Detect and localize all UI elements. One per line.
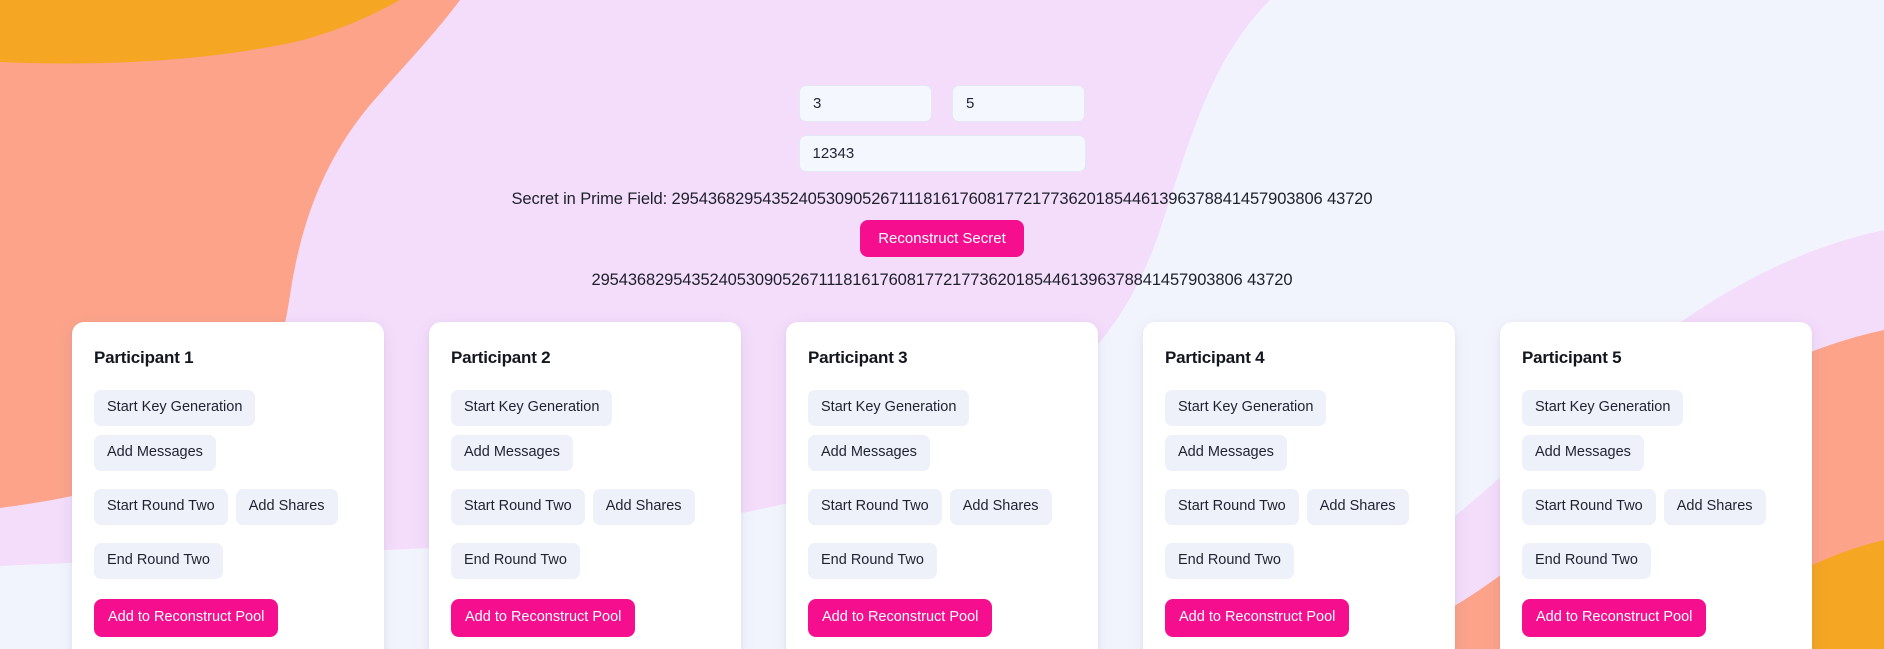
- participant-card: Participant 1 Start Key Generation Add M…: [72, 322, 384, 649]
- participants-row: Participant 1 Start Key Generation Add M…: [0, 322, 1884, 649]
- add-to-reconstruct-pool-button[interactable]: Add to Reconstruct Pool: [808, 598, 993, 637]
- participant-card: Participant 2 Start Key Generation Add M…: [429, 322, 741, 649]
- participant-card: Participant 4 Start Key Generation Add M…: [1143, 322, 1455, 649]
- secret-input[interactable]: [798, 135, 1086, 172]
- start-key-generation-button[interactable]: Start Key Generation: [1522, 390, 1684, 426]
- add-messages-button[interactable]: Add Messages: [451, 434, 573, 471]
- start-round-two-button[interactable]: Start Round Two: [808, 488, 942, 525]
- add-shares-button[interactable]: Add Shares: [1306, 488, 1409, 525]
- start-round-two-button[interactable]: Start Round Two: [94, 488, 228, 525]
- end-round-two-button[interactable]: End Round Two: [451, 542, 580, 579]
- add-messages-button[interactable]: Add Messages: [94, 434, 216, 471]
- participant-actions: Start Key Generation Add Messages Start …: [1165, 390, 1433, 637]
- end-round-two-button[interactable]: End Round Two: [1522, 542, 1651, 579]
- start-key-generation-button[interactable]: Start Key Generation: [451, 390, 613, 426]
- participant-title: Participant 4: [1165, 348, 1265, 367]
- add-to-reconstruct-pool-button[interactable]: Add to Reconstruct Pool: [1522, 598, 1707, 637]
- participant-title: Participant 5: [1522, 348, 1622, 367]
- participant-title: Participant 3: [808, 348, 908, 367]
- add-messages-button[interactable]: Add Messages: [808, 434, 930, 471]
- add-messages-button[interactable]: Add Messages: [1522, 434, 1644, 471]
- start-key-generation-button[interactable]: Start Key Generation: [808, 390, 970, 426]
- start-key-generation-button[interactable]: Start Key Generation: [94, 390, 256, 426]
- participant-actions: Start Key Generation Add Messages Start …: [451, 390, 719, 637]
- add-messages-button[interactable]: Add Messages: [1165, 434, 1287, 471]
- add-to-reconstruct-pool-button[interactable]: Add to Reconstruct Pool: [1165, 598, 1350, 637]
- start-round-two-button[interactable]: Start Round Two: [451, 488, 585, 525]
- end-round-two-button[interactable]: End Round Two: [94, 542, 223, 579]
- app-root: Secret in Prime Field: 29543682954352405…: [0, 0, 1884, 649]
- add-to-reconstruct-pool-button[interactable]: Add to Reconstruct Pool: [94, 598, 279, 637]
- add-shares-button[interactable]: Add Shares: [1663, 488, 1766, 525]
- add-shares-button[interactable]: Add Shares: [592, 488, 695, 525]
- end-round-two-button[interactable]: End Round Two: [1165, 542, 1294, 579]
- add-to-reconstruct-pool-button[interactable]: Add to Reconstruct Pool: [451, 598, 636, 637]
- participant-actions: Start Key Generation Add Messages Start …: [1522, 390, 1790, 637]
- end-round-two-button[interactable]: End Round Two: [808, 542, 937, 579]
- setup-input-row: [799, 85, 1085, 122]
- total-participants-input[interactable]: [952, 85, 1085, 122]
- start-round-two-button[interactable]: Start Round Two: [1522, 488, 1656, 525]
- add-shares-button[interactable]: Add Shares: [949, 488, 1052, 525]
- participant-actions: Start Key Generation Add Messages Start …: [808, 390, 1076, 637]
- participant-card: Participant 3 Start Key Generation Add M…: [786, 322, 1098, 649]
- secret-prime-field-label: Secret in Prime Field: 29543682954352405…: [511, 190, 1373, 208]
- start-key-generation-button[interactable]: Start Key Generation: [1165, 390, 1327, 426]
- reconstruct-secret-button[interactable]: Reconstruct Secret: [860, 220, 1024, 257]
- start-round-two-button[interactable]: Start Round Two: [1165, 488, 1299, 525]
- setup-panel: Secret in Prime Field: 29543682954352405…: [0, 0, 1884, 290]
- participant-title: Participant 1: [94, 348, 194, 367]
- participant-card: Participant 5 Start Key Generation Add M…: [1500, 322, 1812, 649]
- participant-actions: Start Key Generation Add Messages Start …: [94, 390, 362, 637]
- participant-title: Participant 2: [451, 348, 551, 367]
- add-shares-button[interactable]: Add Shares: [235, 488, 338, 525]
- threshold-input[interactable]: [799, 85, 932, 122]
- reconstructed-secret-value: 2954368295435240530905267111816176081772…: [591, 271, 1293, 289]
